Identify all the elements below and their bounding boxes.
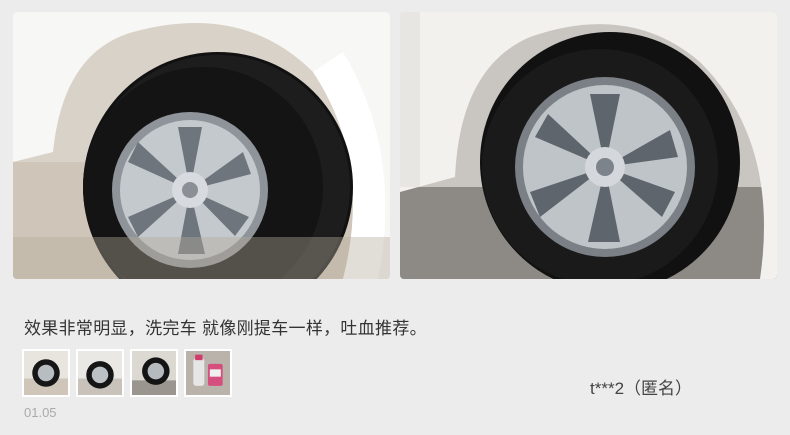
thumbnail-strip bbox=[22, 349, 232, 397]
review-date: 01.05 bbox=[24, 405, 57, 420]
review-photo-1[interactable] bbox=[13, 12, 390, 279]
review-photo-2[interactable] bbox=[400, 12, 777, 279]
review-text: 效果非常明显，洗完车 就像刚提车一样，吐血推荐。 bbox=[24, 319, 427, 338]
wheel-thumbnail-icon bbox=[78, 351, 122, 395]
product-thumbnail-icon bbox=[186, 351, 230, 395]
car-wheel-photo-icon bbox=[400, 12, 777, 279]
review-author: t***2（匿名） bbox=[590, 379, 693, 398]
car-wheel-photo-icon bbox=[13, 12, 390, 279]
wheel-thumbnail-icon bbox=[24, 351, 68, 395]
thumbnail-1[interactable] bbox=[22, 349, 70, 397]
thumbnail-4[interactable] bbox=[184, 349, 232, 397]
thumbnail-2[interactable] bbox=[76, 349, 124, 397]
wheel-thumbnail-icon bbox=[132, 351, 176, 395]
thumbnail-3[interactable] bbox=[130, 349, 178, 397]
